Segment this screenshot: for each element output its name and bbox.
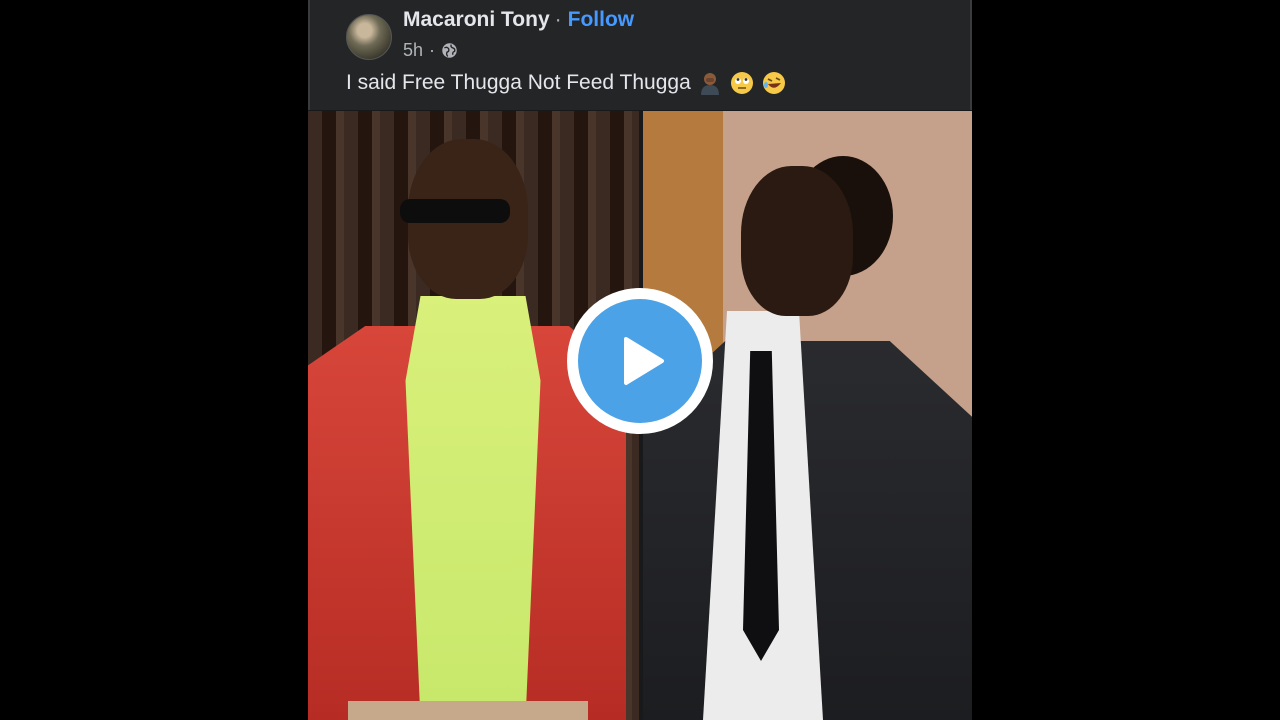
post-text-row: I said Free Thugga Not Feed Thugga bbox=[346, 70, 787, 96]
face-with-rolling-eyes-emoji bbox=[730, 72, 753, 94]
post-header: Macaroni Tony · Follow 5h · I said Free Th… bbox=[308, 0, 972, 110]
man-facepalming-emoji bbox=[700, 73, 719, 95]
photo-right bbox=[643, 111, 972, 720]
sunglasses bbox=[400, 199, 510, 223]
author-row: Macaroni Tony · Follow bbox=[403, 8, 634, 32]
author-name[interactable]: Macaroni Tony bbox=[403, 8, 550, 31]
photo-left bbox=[308, 111, 639, 720]
follow-button[interactable]: Follow bbox=[568, 8, 635, 31]
play-icon bbox=[624, 337, 664, 385]
meta-separator: · bbox=[429, 40, 436, 60]
post-text: I said Free Thugga Not Feed Thugga bbox=[346, 71, 691, 94]
post-time[interactable]: 5h bbox=[403, 40, 423, 61]
globe-icon bbox=[442, 43, 457, 58]
play-button-circle bbox=[578, 299, 702, 423]
rolling-on-the-floor-laughing-emoji bbox=[762, 72, 785, 94]
pants bbox=[348, 701, 588, 720]
post-meta: 5h · bbox=[403, 40, 458, 61]
play-button[interactable] bbox=[567, 288, 713, 434]
green-hoodie bbox=[405, 296, 541, 720]
avatar[interactable] bbox=[346, 14, 392, 60]
name-separator: · bbox=[554, 8, 562, 31]
right-person-head bbox=[741, 166, 853, 316]
